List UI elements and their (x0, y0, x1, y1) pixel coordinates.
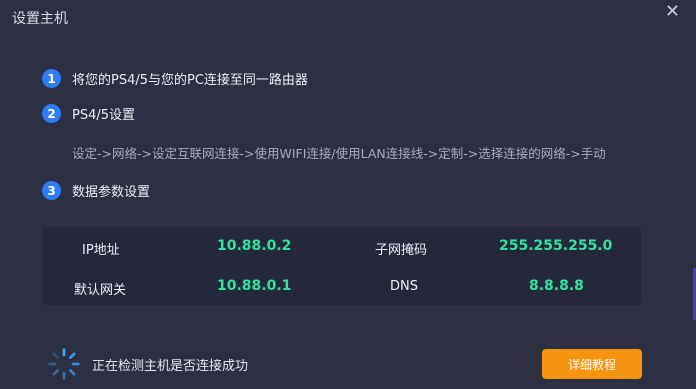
loading-spinner-icon (48, 348, 80, 380)
window-title: 设置主机 (12, 11, 68, 27)
gateway-value: 10.88.0.1 (217, 278, 292, 294)
close-icon[interactable]: ✕ (665, 2, 680, 22)
dns-label: DNS (390, 279, 418, 294)
status-text: 正在检测主机是否连接成功 (92, 358, 249, 374)
connection-status: 正在检测主机是否连接成功 (46, 346, 248, 382)
dns-value: 8.8.8.8 (529, 278, 584, 294)
step-1-label: 将您的PS4/5与您的PC连接至同一路由器 (72, 73, 308, 88)
step-3-number: 3 (42, 181, 61, 200)
step-1-number: 1 (42, 69, 61, 88)
mask-label: 子网掩码 (375, 243, 428, 258)
step-2: 2 PS4/5设置 (42, 104, 135, 123)
ip-label: IP地址 (82, 243, 120, 258)
ip-value: 10.88.0.2 (217, 238, 292, 254)
step-1: 1 将您的PS4/5与您的PC连接至同一路由器 (42, 69, 308, 88)
gateway-label: 默认网关 (74, 283, 127, 298)
step-3-label: 数据参数设置 (72, 185, 151, 200)
mask-value: 255.255.255.0 (499, 238, 613, 254)
step-2-label: PS4/5设置 (72, 108, 136, 123)
tutorial-button[interactable]: 详细教程 (542, 349, 642, 379)
step-2-number: 2 (42, 104, 61, 123)
step-2-description: 设定->网络->设定互联网连接->使用WIFI连接/使用LAN连接线->定制->… (72, 146, 606, 161)
step-3: 3 数据参数设置 (42, 181, 150, 200)
params-panel: IP地址 10.88.0.2 子网掩码 255.255.255.0 默认网关 1… (42, 227, 641, 305)
